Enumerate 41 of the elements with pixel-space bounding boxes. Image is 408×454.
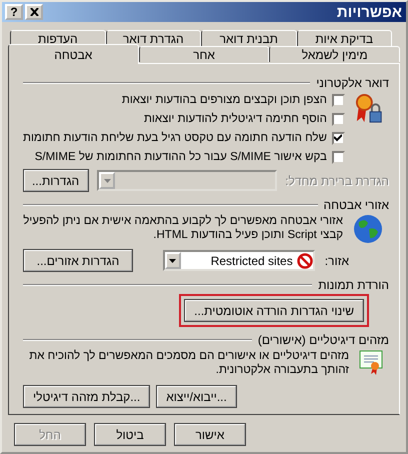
section-title: מזהים דיגיטליים (אישורים) bbox=[258, 333, 389, 347]
tab[interactable]: הגדרת דואר bbox=[106, 30, 201, 46]
checkmark-icon bbox=[334, 134, 342, 142]
section-description: אזורי אבטחה מאפשרים לך לקבוע בהתאמה אישית אם ניתן להפעיל קבצי Script ותוכן פעיל בהודעות HTML. bbox=[23, 214, 343, 242]
digital-id-button[interactable]: קבלת מזהה דיגיטלי... bbox=[23, 385, 150, 408]
help-button[interactable]: ? bbox=[5, 4, 23, 20]
tab[interactable]: אחר bbox=[138, 46, 270, 62]
tab[interactable]: תבנית דואר bbox=[201, 30, 296, 46]
tab[interactable]: אבטחה bbox=[8, 44, 139, 64]
download-settings-button[interactable]: שינוי הגדרות הורדה אוטומטית... bbox=[184, 299, 364, 322]
section-title: אזורי אבטחה bbox=[324, 198, 389, 212]
certificate-icon bbox=[359, 349, 383, 375]
close-button[interactable] bbox=[25, 4, 43, 20]
checkbox[interactable] bbox=[332, 150, 345, 164]
checkbox-label: שלח הודעה חתומה עם טקסט רגיל בעת שליחת הודעות חתומות bbox=[23, 132, 327, 144]
caret-icon bbox=[104, 178, 111, 182]
zone-value: Restricted sites bbox=[210, 254, 293, 268]
close-icon bbox=[30, 8, 38, 16]
section-title: הורדת תמונות bbox=[318, 278, 389, 292]
checkbox-label: בקש אישור S/MIME עבור כל ההודעות החתומות של S/MIME bbox=[34, 151, 327, 163]
settings-button[interactable]: הגדרות... bbox=[23, 169, 90, 192]
tab[interactable]: מימין לשמאל bbox=[269, 46, 400, 62]
globe-icon bbox=[353, 214, 383, 244]
field-label: אזור: bbox=[324, 254, 349, 268]
checkbox[interactable] bbox=[332, 112, 345, 126]
section-title: דואר אלקטרוני bbox=[316, 76, 389, 90]
checkbox-label: הצפן תוכן וקבצים מצורפים בהודעות יוצאות bbox=[122, 94, 327, 106]
window-title: אפשרויות bbox=[336, 4, 402, 20]
restricted-icon bbox=[296, 252, 313, 268]
section-description: מזהים דיגיטליים או אישורים הם מסמכים המאפשרים לך להוכיח את זהותך בתעבורה אלקטרונית. bbox=[28, 349, 349, 377]
dialog-button[interactable]: ביטול bbox=[94, 423, 166, 446]
zone-dropdown[interactable]: Restricted sites bbox=[162, 250, 315, 271]
tab[interactable]: בדיקת איות bbox=[296, 30, 392, 46]
zone-settings-button[interactable]: הגדרות אזורים... bbox=[23, 249, 133, 272]
dialog-button[interactable]: אישור bbox=[174, 423, 246, 446]
checkbox-label: הוסף חתימה דיגיטלית להודעות יוצאות bbox=[144, 113, 327, 125]
caret-icon bbox=[169, 258, 176, 262]
checkbox[interactable] bbox=[332, 94, 345, 106]
checkbox[interactable] bbox=[332, 132, 345, 144]
digital-id-button[interactable]: ייבוא/ייצוא... bbox=[156, 385, 237, 408]
field-label: הגדרת ברירת מחדל: bbox=[285, 174, 389, 188]
